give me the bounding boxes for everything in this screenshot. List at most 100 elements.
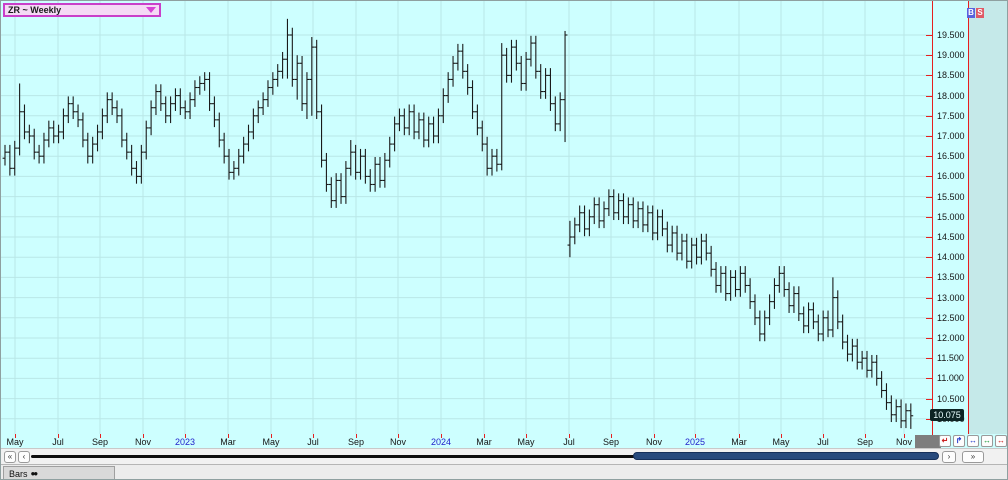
price-tick <box>926 297 932 299</box>
price-tick <box>926 378 932 380</box>
scale-horizontal-green-button[interactable]: ↔ <box>981 435 993 447</box>
ohlc-bar <box>241 136 247 164</box>
ohlc-bar <box>377 157 383 188</box>
scale-corner-right-button[interactable]: ↱ <box>953 435 965 447</box>
ohlc-bar <box>859 350 865 370</box>
time-month-label: Nov <box>645 437 663 447</box>
sheet-tab-bar: Bars ●● <box>1 464 1007 479</box>
scrollbar-track[interactable] <box>31 455 635 458</box>
ohlc-bar <box>523 51 529 91</box>
ohlc-bar <box>129 144 135 176</box>
price-tick <box>926 75 932 77</box>
ohlc-bar <box>455 43 461 71</box>
axis-end-spacer <box>915 435 941 448</box>
scroll-right-button[interactable]: › <box>942 451 956 463</box>
ohlc-bar <box>338 173 344 204</box>
ohlc-bar <box>723 266 729 301</box>
ohlc-bar <box>358 148 363 180</box>
time-month-label: Jul <box>52 437 64 447</box>
time-month-label: Nov <box>134 437 152 447</box>
ohlc-bar <box>470 80 475 120</box>
scale-horizontal-red-button[interactable]: ↔ <box>995 435 1007 447</box>
ohlc-bar <box>811 302 816 330</box>
ohlc-bar <box>757 310 763 342</box>
ohlc-bar <box>538 64 544 99</box>
ohlc-bar <box>840 314 846 350</box>
ohlc-bar <box>353 144 359 180</box>
ohlc-bar <box>348 140 354 176</box>
ohlc-bar <box>212 96 217 128</box>
price-tick-label: 12.000 <box>937 333 965 343</box>
ohlc-bar <box>187 92 193 120</box>
price-tick <box>926 55 932 57</box>
time-axis[interactable]: May Jul Sep Nov 2023 Mar May Jul Sep Nov 2024 Mar Ma… <box>1 434 932 448</box>
symbol-dropdown-label: ZR ~ Weekly <box>8 5 62 15</box>
tab-bars[interactable]: Bars ●● <box>3 466 115 479</box>
ohlc-bar <box>762 310 768 342</box>
right-side-panel <box>968 1 1007 434</box>
ohlc-bar <box>36 144 42 164</box>
price-tick <box>926 156 932 158</box>
time-month-label: Nov <box>895 437 913 447</box>
sell-button[interactable]: S <box>976 8 984 18</box>
price-tick-label: 16.000 <box>937 171 965 182</box>
ohlc-bar <box>333 173 339 208</box>
scroll-left-button[interactable]: ‹ <box>18 451 30 463</box>
price-tick-label: 11.000 <box>937 373 964 384</box>
price-tick <box>926 257 932 259</box>
time-month-label: May <box>262 437 280 447</box>
ohlc-bar <box>898 399 904 429</box>
ohlc-bar <box>153 84 159 115</box>
ohlc-bar <box>781 266 787 297</box>
ohlc-bar <box>207 72 212 111</box>
ohlc-bar <box>499 43 505 171</box>
ohlc-bar <box>674 225 680 261</box>
price-tick-label: 18.000 <box>937 90 965 101</box>
scroll-far-right-button[interactable]: » <box>962 451 984 463</box>
price-tick-label: 15.500 <box>937 191 965 202</box>
ohlc-bar <box>601 201 607 229</box>
time-month-label: Jul <box>817 437 829 447</box>
chart-plot-area[interactable] <box>1 1 932 434</box>
price-tick-label: 14.500 <box>937 232 965 242</box>
price-tick-label: 17.500 <box>937 110 965 121</box>
ohlc-bar <box>163 96 169 124</box>
scrollbar-thumb[interactable] <box>633 452 939 460</box>
ohlc-bar <box>679 233 685 261</box>
ohlc-bar <box>718 266 724 293</box>
scale-return-left-button[interactable]: ↵ <box>939 435 951 447</box>
ohlc-bar <box>143 120 149 160</box>
ohlc-bar <box>796 286 802 322</box>
ohlc-bar <box>2 144 8 166</box>
time-year-label: 2024 <box>430 437 452 447</box>
price-tick <box>926 216 932 218</box>
ohlc-bar <box>908 403 914 429</box>
ohlc-bar <box>250 108 256 140</box>
buy-button[interactable]: B <box>967 8 975 18</box>
time-month-label: Sep <box>91 437 109 447</box>
ohlc-bar <box>874 354 880 386</box>
time-month-label: May <box>517 437 535 447</box>
horizontal-scrollbar: « ‹ › » <box>1 448 1007 464</box>
scale-horizontal-blue-button[interactable]: ↔ <box>967 435 979 447</box>
ohlc-bar <box>95 124 100 152</box>
ohlc-bar <box>285 18 290 79</box>
ohlc-bar <box>100 108 105 140</box>
scroll-far-left-button[interactable]: « <box>4 451 16 463</box>
ohlc-bar <box>801 306 807 334</box>
time-month-label: Nov <box>389 437 407 447</box>
symbol-dropdown[interactable]: ZR ~ Weekly <box>3 3 161 17</box>
time-month-label: Jul <box>307 437 319 447</box>
price-tick-label: 18.500 <box>937 70 965 81</box>
ohlc-bar <box>830 277 836 338</box>
ohlc-bar <box>85 132 91 164</box>
price-tick <box>926 176 932 178</box>
ohlc-bar <box>12 140 18 176</box>
time-month-label: Sep <box>856 437 874 447</box>
ohlc-bar <box>324 152 329 192</box>
ohlc-bar <box>625 197 631 225</box>
ohlc-bar <box>236 148 242 176</box>
time-month-label: Sep <box>347 437 365 447</box>
ohlc-bar <box>343 161 349 204</box>
price-tick-label: 10.500 <box>937 393 965 404</box>
